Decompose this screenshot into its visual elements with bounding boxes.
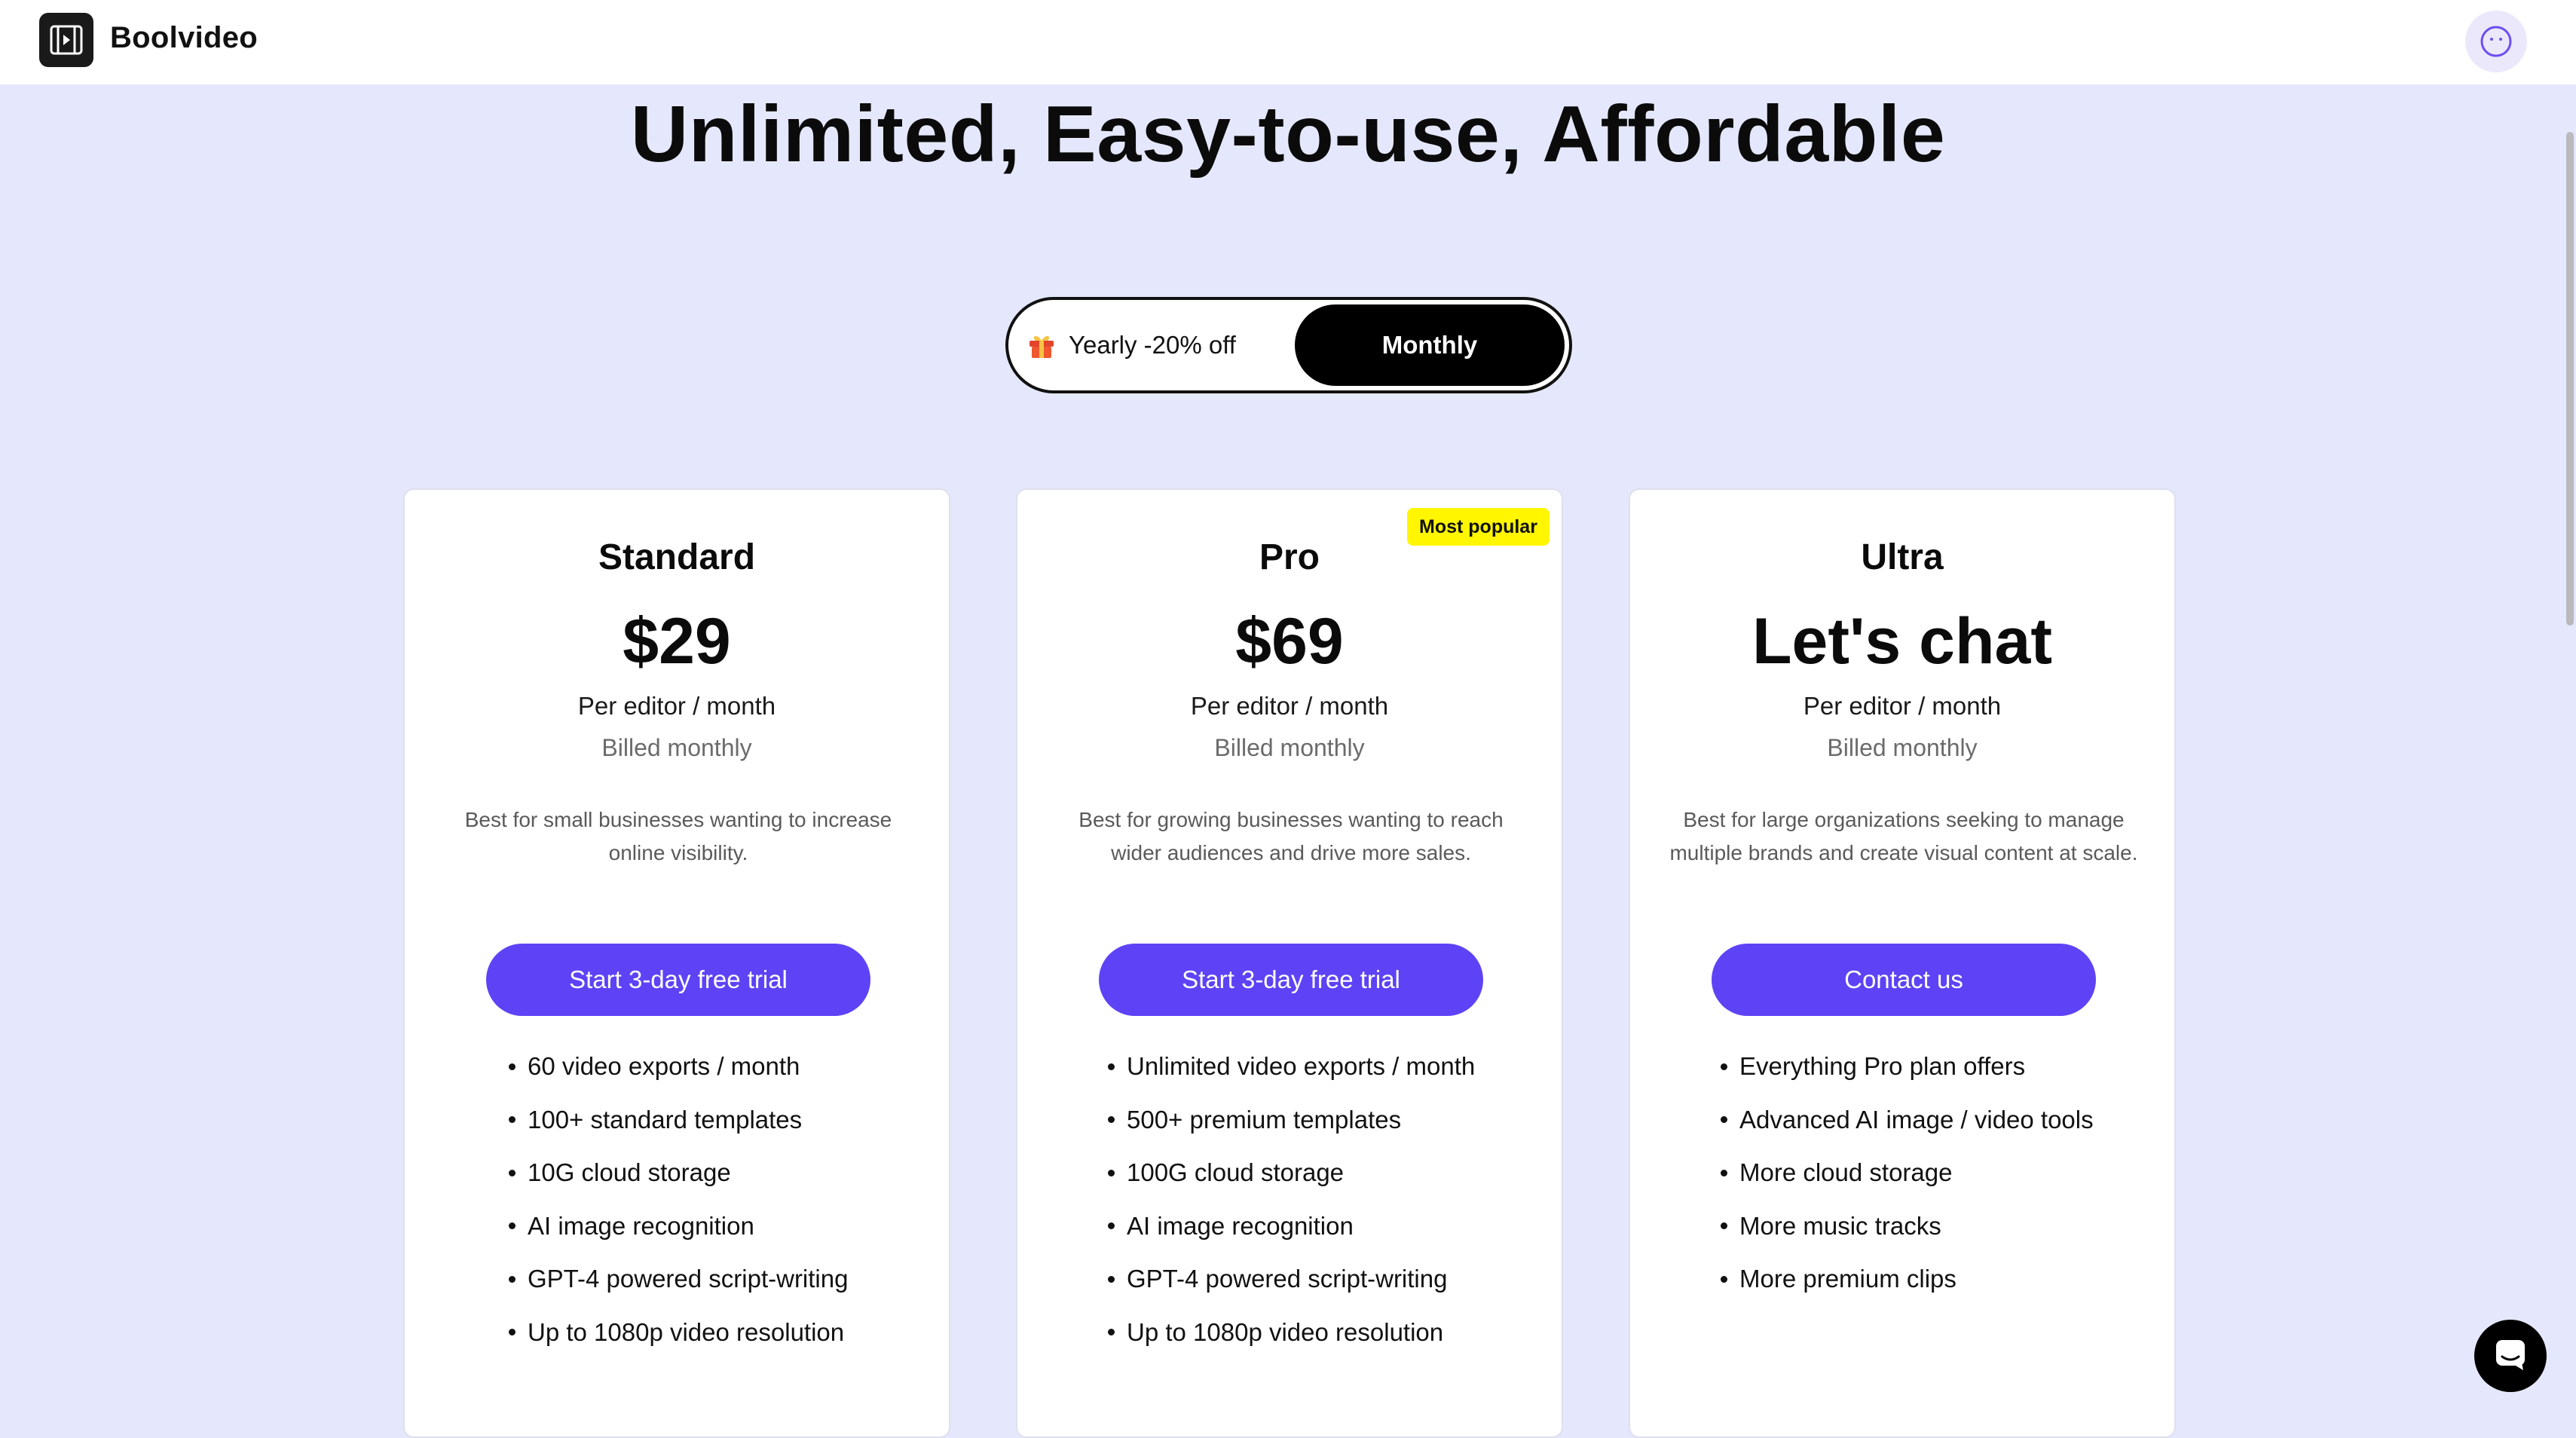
contact-us-button[interactable]: Contact us <box>1712 944 2096 1016</box>
feature-text: Unlimited video exports / month <box>1127 1052 1476 1081</box>
feature-text: Up to 1080p video resolution <box>528 1317 845 1346</box>
list-item: More music tracks <box>1721 1200 2094 1253</box>
bullet-icon <box>1108 1329 1115 1336</box>
list-item: 100+ standard templates <box>509 1094 848 1147</box>
start-trial-button[interactable]: Start 3-day free trial <box>486 944 870 1016</box>
feature-text: Advanced AI image / video tools <box>1739 1105 2094 1134</box>
plan-billing: Billed monthly <box>1214 734 1365 761</box>
list-item: AI image recognition <box>1108 1200 1475 1253</box>
feature-list: Everything Pro plan offers Advanced AI i… <box>1721 1040 2094 1306</box>
feature-list: 60 video exports / month 100+ standard t… <box>509 1040 848 1359</box>
plan-title: Standard <box>598 537 756 577</box>
list-item: GPT-4 powered script-writing <box>509 1253 848 1306</box>
feature-text: Everything Pro plan offers <box>1739 1052 2026 1081</box>
yearly-toggle-option[interactable]: Yearly -20% off <box>1026 311 1236 380</box>
plan-unit: Per editor / month <box>1803 692 2002 720</box>
gift-icon <box>1026 330 1057 360</box>
feature-text: 10G cloud storage <box>528 1158 731 1187</box>
bullet-icon <box>1108 1169 1115 1176</box>
plan-card-standard: Standard $29 Per editor / month Billed m… <box>403 488 950 1438</box>
bullet-icon <box>1108 1275 1115 1283</box>
feature-text: More music tracks <box>1739 1211 1941 1240</box>
user-avatar-icon[interactable] <box>2465 11 2527 72</box>
bullet-icon <box>1108 1116 1115 1124</box>
chat-widget-button[interactable] <box>2474 1320 2547 1392</box>
film-frame-icon[interactable] <box>39 13 93 67</box>
start-trial-button[interactable]: Start 3-day free trial <box>1099 944 1483 1016</box>
feature-text: 60 video exports / month <box>528 1052 800 1081</box>
plan-description: Best for large organizations seeking to … <box>1669 808 2138 864</box>
scrollbar-thumb[interactable] <box>2566 132 2574 626</box>
plan-card-ultra: Ultra Let's chat Per editor / month Bill… <box>1629 488 2176 1438</box>
top-header: Boolvideo <box>0 0 2576 84</box>
plan-description: Best for growing businesses wanting to r… <box>1078 808 1504 864</box>
bullet-icon <box>509 1275 516 1283</box>
plan-price: $69 <box>1235 605 1344 678</box>
feature-text: 100G cloud storage <box>1127 1158 1345 1187</box>
list-item: Up to 1080p video resolution <box>509 1306 848 1360</box>
plan-unit: Per editor / month <box>1190 692 1389 720</box>
plan-price: $29 <box>623 605 731 678</box>
bullet-icon <box>1721 1275 1727 1283</box>
plan-price: Let's chat <box>1751 605 2052 678</box>
list-item: 500+ premium templates <box>1108 1094 1475 1147</box>
bullet-icon <box>509 1169 516 1176</box>
bullet-icon <box>509 1116 516 1124</box>
bullet-icon <box>1721 1063 1727 1070</box>
list-item: Advanced AI image / video tools <box>1721 1094 2094 1147</box>
plan-title: Ultra <box>1861 537 1944 577</box>
list-item: AI image recognition <box>509 1200 848 1253</box>
plan-billing: Billed monthly <box>1827 734 1978 761</box>
list-item: 10G cloud storage <box>509 1146 848 1200</box>
list-item: Everything Pro plan offers <box>1721 1040 2094 1094</box>
list-item: Unlimited video exports / month <box>1108 1040 1475 1094</box>
yearly-label: Yearly -20% off <box>1069 331 1236 359</box>
chat-bubble-icon <box>2493 1337 2528 1375</box>
plan-billing: Billed monthly <box>601 734 752 761</box>
bullet-icon <box>1721 1169 1727 1176</box>
bullet-icon <box>1108 1222 1115 1230</box>
bullet-icon <box>509 1063 516 1070</box>
bullet-icon <box>509 1222 516 1230</box>
feature-text: More cloud storage <box>1739 1158 1953 1187</box>
brand-name[interactable]: Boolvideo <box>110 21 258 55</box>
feature-text: Up to 1080p video resolution <box>1127 1317 1444 1346</box>
plan-description: Best for small businesses wanting to inc… <box>464 808 892 864</box>
list-item: 100G cloud storage <box>1108 1146 1475 1200</box>
plan-unit: Per editor / month <box>577 692 776 720</box>
bullet-icon <box>1721 1116 1727 1124</box>
feature-text: GPT-4 powered script-writing <box>1127 1265 1448 1293</box>
feature-text: AI image recognition <box>528 1211 754 1240</box>
bullet-icon <box>1108 1063 1115 1070</box>
monthly-toggle-option[interactable]: Monthly <box>1295 304 1565 386</box>
list-item: More cloud storage <box>1721 1146 2094 1200</box>
feature-text: GPT-4 powered script-writing <box>528 1265 849 1293</box>
list-item: Up to 1080p video resolution <box>1108 1306 1475 1360</box>
list-item: GPT-4 powered script-writing <box>1108 1253 1475 1306</box>
list-item: More premium clips <box>1721 1253 2094 1306</box>
plan-title: Pro <box>1259 537 1320 577</box>
feature-text: 500+ premium templates <box>1127 1105 1402 1134</box>
list-item: 60 video exports / month <box>509 1040 848 1094</box>
billing-toggle: Yearly -20% off Monthly <box>1005 297 1572 393</box>
feature-list: Unlimited video exports / month 500+ pre… <box>1108 1040 1475 1359</box>
feature-text: AI image recognition <box>1127 1211 1354 1240</box>
bullet-icon <box>1721 1222 1727 1230</box>
page-headline: Unlimited, Easy-to-use, Affordable <box>630 90 1946 179</box>
bullet-icon <box>509 1329 516 1336</box>
feature-text: 100+ standard templates <box>528 1105 803 1134</box>
feature-text: More premium clips <box>1739 1265 1956 1293</box>
plan-card-pro: Most popular Pro $69 Per editor / month … <box>1016 488 1563 1438</box>
